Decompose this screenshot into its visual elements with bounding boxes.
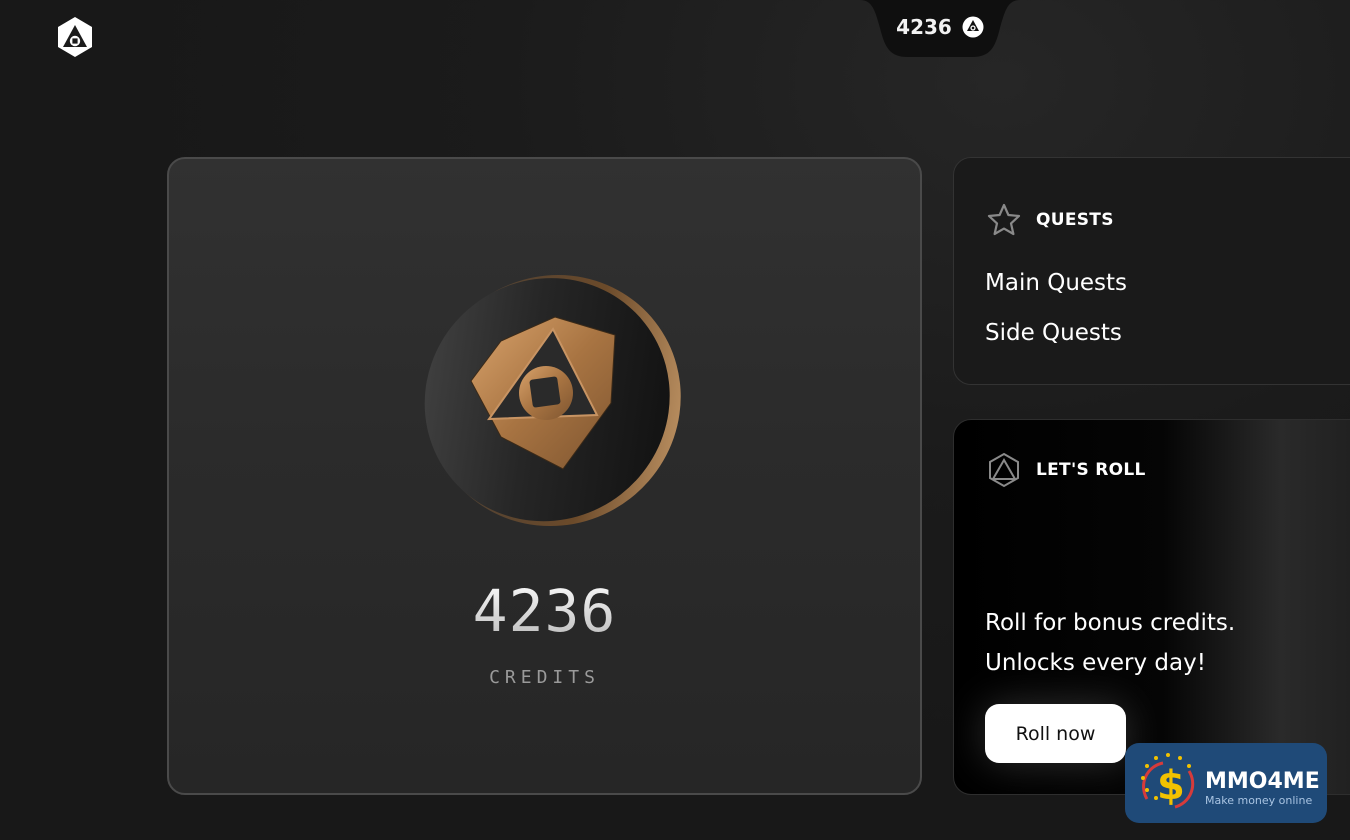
star-icon xyxy=(987,203,1021,236)
side-quests-link[interactable]: Side Quests xyxy=(985,320,1122,346)
balance-tab[interactable]: 4236 xyxy=(860,0,1020,57)
app-logo-icon[interactable] xyxy=(56,16,94,58)
roll-description-line2: Unlocks every day! xyxy=(985,650,1206,676)
main-quests-link[interactable]: Main Quests xyxy=(985,270,1127,296)
watermark-name: MMO4ME xyxy=(1205,769,1320,794)
gold-hexagon-coin-icon xyxy=(419,269,681,531)
credit-coin-icon xyxy=(962,16,984,38)
quests-header: QUESTS xyxy=(986,202,1114,238)
balance-value: 4236 xyxy=(896,15,952,39)
dice-icon xyxy=(989,452,1019,488)
credits-card: 4236 CREDITS xyxy=(167,157,922,795)
credits-value: 4236 xyxy=(169,577,920,645)
mmo4me-watermark: $ MMO4ME Make money online xyxy=(1125,743,1327,823)
dollar-euro-logo-icon: $ xyxy=(1133,749,1203,819)
watermark-tagline: Make money online xyxy=(1205,794,1313,807)
credits-label: CREDITS xyxy=(489,667,600,688)
lets-roll-panel: LET'S ROLL Roll for bonus credits. Unloc… xyxy=(953,419,1350,795)
quests-title: QUESTS xyxy=(1036,210,1114,230)
quests-panel: QUESTS Main Quests Side Quests xyxy=(953,157,1350,385)
roll-header: LET'S ROLL xyxy=(986,452,1146,488)
roll-title: LET'S ROLL xyxy=(1036,460,1146,480)
svg-text:$: $ xyxy=(1157,763,1185,809)
roll-now-button[interactable]: Roll now xyxy=(985,704,1126,763)
roll-description-line1: Roll for bonus credits. xyxy=(985,610,1236,636)
